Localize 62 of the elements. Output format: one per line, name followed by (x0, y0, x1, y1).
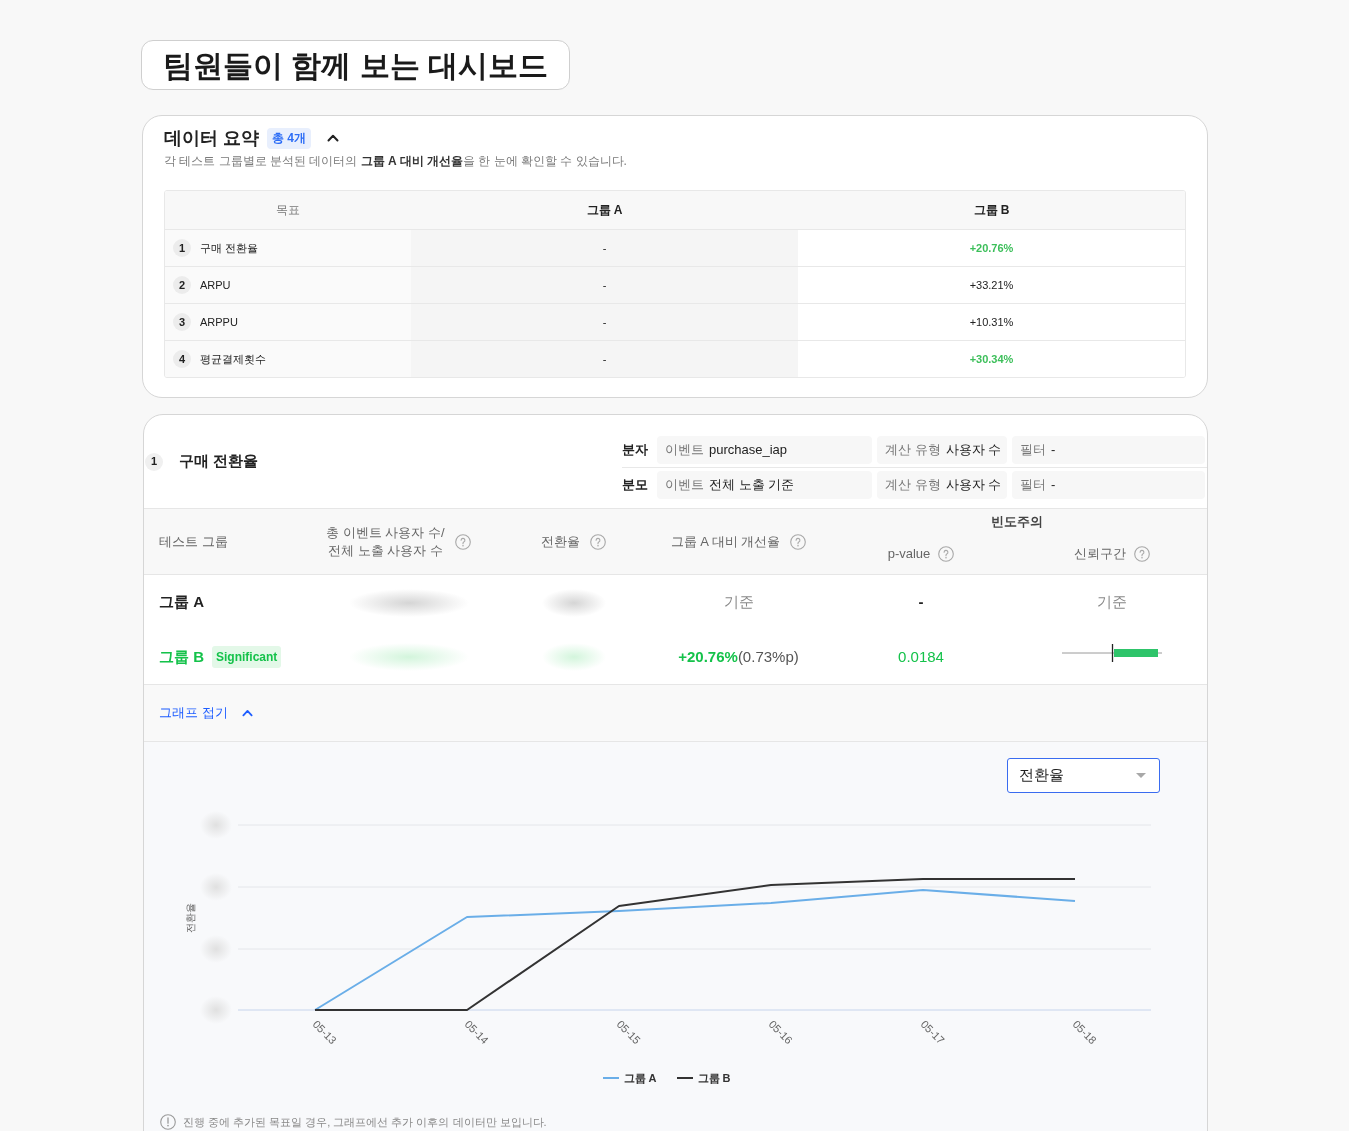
legend-label: 그룹 A (623, 1071, 657, 1086)
count-badge: 총 4개 (267, 127, 312, 149)
improvement-value: 기준 (723, 592, 754, 613)
definition-field: 계산 유형 사용자 수 (877, 470, 1007, 499)
improvement-value: +10.31% (969, 314, 1014, 330)
help-icon[interactable] (938, 545, 955, 562)
table-cell-text: - (602, 314, 607, 330)
row-number: 2 (173, 276, 191, 294)
group-name: 그룹 B (159, 646, 204, 667)
interval-value: 기준 (1096, 592, 1127, 613)
significant-badge: Significant (212, 646, 282, 668)
definition-field: 필터 - (1012, 470, 1205, 499)
chevron-up-icon[interactable] (327, 134, 340, 142)
goal-name: ARPU (200, 277, 231, 293)
group-name: 그룹 A (159, 592, 204, 613)
column-header: 신뢰구간 (1073, 544, 1126, 563)
column-header: 총 이벤트 사용자 수/ 전체 노출 사용자 수 (326, 523, 445, 560)
column-header: p-value (887, 544, 931, 563)
improvement-value: +30.34% (969, 351, 1014, 367)
help-icon[interactable] (590, 533, 606, 550)
column-header: 그룹 B (973, 202, 1010, 219)
section-title: 데이터 요약 (164, 126, 259, 150)
column-header: 테스트 그룹 (159, 532, 228, 551)
improvement-value: +20.76%(0.73%p) (678, 646, 799, 667)
help-icon[interactable] (790, 533, 807, 550)
column-header: 목표 (276, 202, 300, 219)
definition-field: 이벤트 purchase_iap (657, 436, 872, 464)
table-cell-text: - (602, 351, 607, 367)
info-icon (160, 1113, 176, 1130)
dashboard-title: 팀원들이 함께 보는 대시보드 (141, 40, 570, 90)
help-icon[interactable] (454, 533, 471, 550)
table-cell-text: - (602, 277, 607, 293)
row-number: 1 (173, 239, 191, 257)
goal-name: ARPPU (200, 314, 238, 330)
p-value: - (918, 592, 924, 613)
metric-title: 구매 전환율 (179, 451, 259, 472)
column-header: 그룹 A (586, 202, 623, 219)
metric-select[interactable]: 전환율 (1007, 758, 1160, 793)
definition-label: 분자 (622, 441, 649, 460)
legend-label: 그룹 B (697, 1071, 731, 1086)
improvement-value: +20.76% (969, 240, 1014, 256)
improvement-value: +33.21% (969, 277, 1014, 293)
chart-note: 진행 중에 추가된 목표일 경우, 그래프에선 추가 이후의 데이터만 보입니다. (183, 1114, 547, 1130)
table-cell-text: - (602, 240, 607, 256)
collapse-graph-button[interactable]: 그래프 접기 (159, 703, 253, 723)
goal-name: 평균결제횟수 (200, 351, 266, 367)
definition-label: 분모 (622, 475, 649, 494)
column-header: 그룹 A 대비 개선율 (670, 532, 781, 551)
definition-field: 계산 유형 사용자 수 (877, 436, 1007, 464)
definition-field: 필터 - (1012, 436, 1205, 464)
y-axis-label: 전환율 (185, 903, 196, 933)
caret-down-icon (1136, 773, 1146, 778)
row-number: 4 (173, 350, 191, 368)
definition-field: 이벤트 전체 노출 기준 (657, 470, 872, 499)
section-description: 각 테스트 그룹별로 분석된 데이터의 그룹 A 대비 개선율을 한 눈에 확인할 수 있습니다. (164, 153, 627, 170)
help-icon[interactable] (1133, 545, 1150, 562)
column-group-header: 빈도주의 (990, 513, 1043, 532)
metric-number: 1 (145, 452, 163, 471)
row-number: 3 (173, 313, 191, 331)
p-value: 0.0184 (898, 646, 944, 667)
column-header: 전환율 (541, 532, 580, 551)
goal-name: 구매 전환율 (200, 240, 259, 256)
